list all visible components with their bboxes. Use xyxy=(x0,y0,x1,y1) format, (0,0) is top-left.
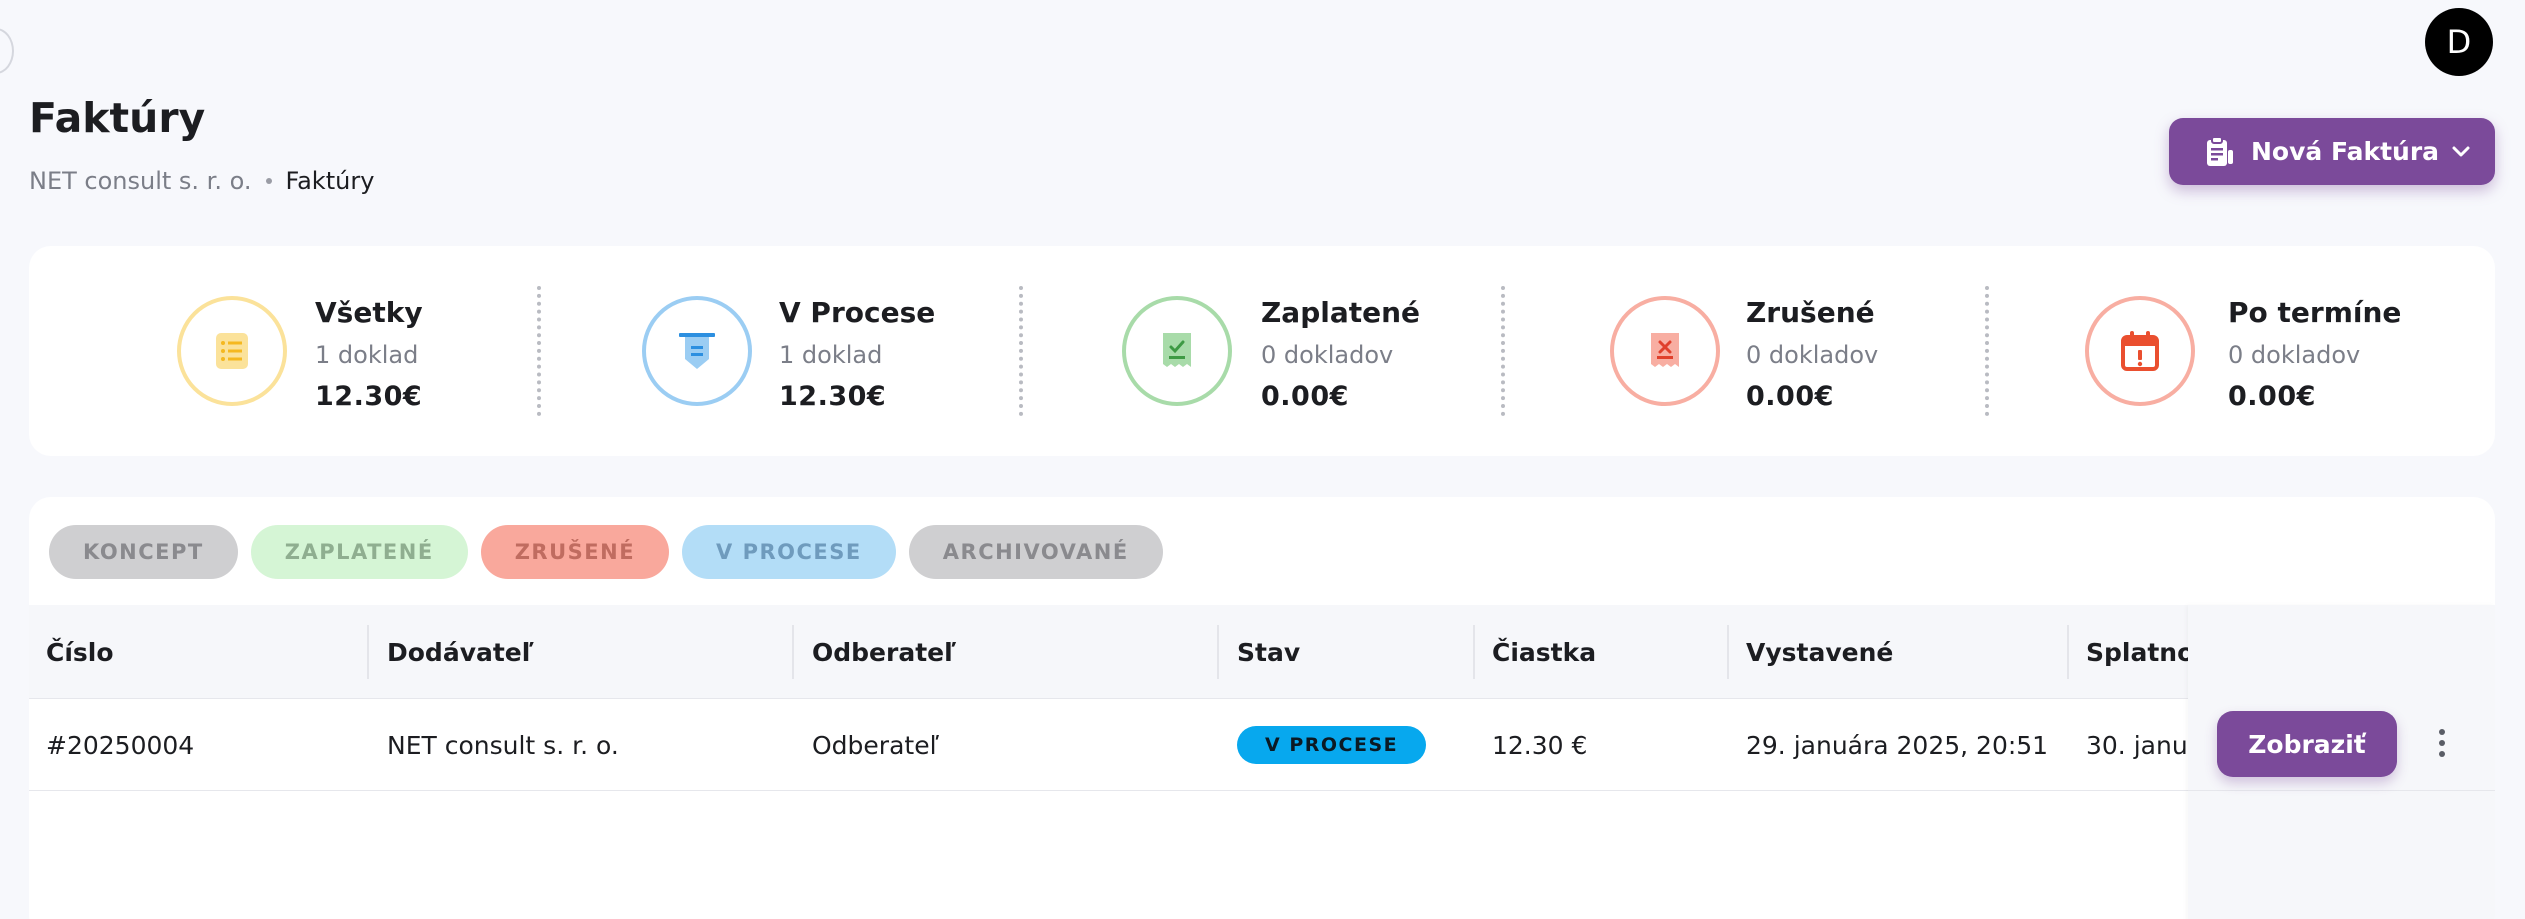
stat-all-title: Všetky xyxy=(315,296,423,329)
column-header-ciastka[interactable]: Čiastka xyxy=(1492,605,1596,699)
stat-overdue-count: 0 dokladov xyxy=(2228,341,2361,369)
cell-splatnost: 30. janu xyxy=(2086,730,2188,760)
stat-overdue-title: Po termíne xyxy=(2228,296,2402,329)
cell-ciastka: 12.30 € xyxy=(1492,730,1588,760)
column-separator[interactable] xyxy=(2067,625,2069,679)
table-header: Číslo Dodávateľ Odberateľ Stav Čiastka V… xyxy=(29,605,2495,699)
cell-stav: V PROCESE xyxy=(1237,699,1427,791)
filter-chip-zrusene[interactable]: ZRUŠENÉ xyxy=(480,525,670,579)
new-invoice-label: Nová Faktúra xyxy=(2251,137,2440,166)
table-row[interactable]: #20250004 NET consult s. r. o. Odberateľ… xyxy=(29,699,2495,791)
stat-in-progress-count: 1 doklad xyxy=(779,341,883,369)
column-header-dodavatel[interactable]: Dodávateľ xyxy=(387,605,534,699)
cell-odberatel: Odberateľ xyxy=(812,730,939,760)
column-separator[interactable] xyxy=(1727,625,1729,679)
more-options-icon[interactable] xyxy=(2436,729,2448,761)
stat-in-progress-amount: 12.30€ xyxy=(779,381,887,412)
stat-divider xyxy=(1019,286,1023,416)
stat-divider xyxy=(1985,286,1989,416)
column-separator[interactable] xyxy=(1217,625,1219,679)
page-title: Faktúry xyxy=(29,94,206,142)
invoices-table-card: KONCEPT ZAPLATENÉ ZRUŠENÉ V PROCESE ARCH… xyxy=(29,497,2495,919)
breadcrumb-separator xyxy=(265,178,272,184)
stats-summary-card: Všetky 1 doklad 12.30€ V Procese 1 dokla… xyxy=(29,246,2495,456)
stat-overdue-ring xyxy=(2085,296,2195,406)
stat-cancelled-count: 0 dokladov xyxy=(1746,341,1879,369)
filter-chip-archivovane[interactable]: ARCHIVOVANÉ xyxy=(908,525,1163,579)
cell-cislo: #20250004 xyxy=(46,730,195,760)
stat-cancelled-amount: 0.00€ xyxy=(1746,381,1834,412)
stat-cancelled-title: Zrušené xyxy=(1746,296,1875,329)
stat-paid-amount: 0.00€ xyxy=(1261,381,1349,412)
stat-overdue-amount: 0.00€ xyxy=(2228,381,2316,412)
stat-paid-count: 0 dokladov xyxy=(1261,341,1394,369)
receipt-cancel-icon xyxy=(1651,333,1679,367)
column-header-vystavene[interactable]: Vystavené xyxy=(1746,605,1893,699)
breadcrumb-company[interactable]: NET consult s. r. o. xyxy=(29,167,252,195)
row-actions-column: Zobraziť xyxy=(2188,605,2495,919)
new-invoice-button[interactable]: Nová Faktúra xyxy=(2169,118,2495,185)
avatar[interactable]: D xyxy=(2425,8,2493,76)
stat-all-count: 1 doklad xyxy=(315,341,419,369)
status-filter-bar: KONCEPT ZAPLATENÉ ZRUŠENÉ V PROCESE ARCH… xyxy=(49,525,1163,579)
column-header-cislo[interactable]: Číslo xyxy=(46,605,114,699)
stat-all-amount: 12.30€ xyxy=(315,381,423,412)
status-badge: V PROCESE xyxy=(1237,726,1427,764)
column-header-odberatel[interactable]: Odberateľ xyxy=(812,605,956,699)
sidebar-toggle-handle[interactable] xyxy=(0,28,14,74)
invoice-document-icon xyxy=(2207,135,2233,166)
row-actions: Zobraziť xyxy=(2188,699,2495,791)
stat-in-progress-ring xyxy=(642,296,752,406)
stat-divider xyxy=(1501,286,1505,416)
calendar-alert-icon xyxy=(2121,331,2159,371)
breadcrumb-current: Faktúry xyxy=(285,167,375,195)
stat-paid-ring xyxy=(1122,296,1232,406)
stat-paid-title: Zaplatené xyxy=(1261,296,1421,329)
cell-dodavatel: NET consult s. r. o. xyxy=(387,730,619,760)
cell-vystavene: 29. januára 2025, 20:51 xyxy=(1746,730,2049,760)
invoices-page: D Faktúry NET consult s. r. o. Faktúry N… xyxy=(0,0,2525,919)
filter-chip-zaplatene[interactable]: ZAPLATENÉ xyxy=(250,525,468,579)
stat-in-progress-title: V Procese xyxy=(779,296,936,329)
stat-cancelled-ring xyxy=(1610,296,1720,406)
filter-chip-koncept[interactable]: KONCEPT xyxy=(49,525,238,579)
stat-all-ring xyxy=(177,296,287,406)
column-header-stav[interactable]: Stav xyxy=(1237,605,1300,699)
view-invoice-button[interactable]: Zobraziť xyxy=(2217,711,2397,777)
filter-chip-v-procese[interactable]: V PROCESE xyxy=(682,525,896,579)
column-separator[interactable] xyxy=(367,625,369,679)
column-separator[interactable] xyxy=(1473,625,1475,679)
document-list-icon xyxy=(216,333,248,369)
stat-divider xyxy=(537,286,541,416)
chevron-down-icon[interactable] xyxy=(2449,140,2473,164)
column-separator[interactable] xyxy=(792,625,794,679)
breadcrumb: NET consult s. r. o. Faktúry xyxy=(29,167,374,195)
file-pending-icon xyxy=(679,333,715,369)
receipt-check-icon xyxy=(1163,333,1191,367)
